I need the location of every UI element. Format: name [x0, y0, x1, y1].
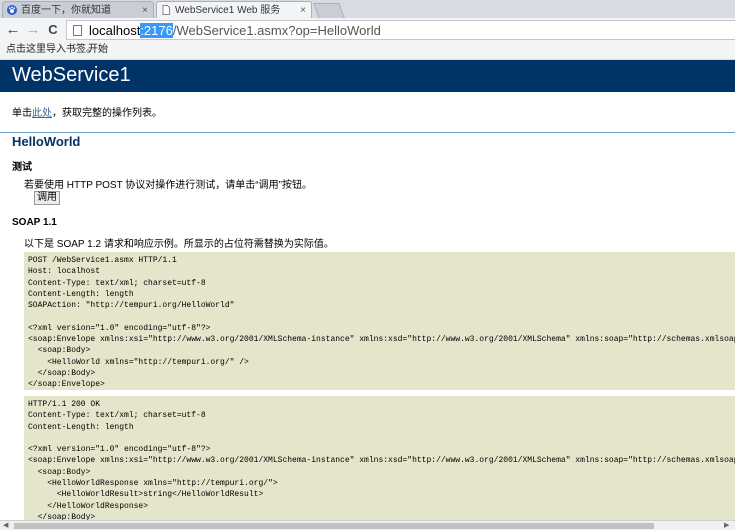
- tab-webservice[interactable]: WebService1 Web 服务 ×: [156, 1, 312, 18]
- page-icon: [162, 5, 170, 15]
- tab-title: 百度一下，你就知道: [21, 5, 111, 16]
- intro-suffix: ，获取完整的操作列表。: [52, 108, 162, 119]
- new-tab-button[interactable]: [313, 3, 345, 18]
- request-code: POST /WebService1.asmx HTTP/1.1 Host: lo…: [28, 256, 735, 390]
- paw-icon: [7, 5, 17, 15]
- test-heading: 测试: [12, 162, 32, 173]
- bookmarks-bar: 点击这里导入书签。 开始: [0, 42, 735, 60]
- address-bar[interactable]: localhost:2176/WebService1.asmx?op=Hello…: [66, 20, 735, 40]
- horizontal-scrollbar[interactable]: ◀ ▶: [0, 520, 735, 530]
- reload-icon[interactable]: C: [44, 20, 62, 40]
- import-bookmarks-link[interactable]: 点击这里导入书签。: [6, 42, 96, 58]
- divider: [0, 132, 735, 133]
- invoke-button[interactable]: 调用: [34, 191, 60, 205]
- start-link[interactable]: 开始: [88, 42, 108, 58]
- tab-close-icon[interactable]: ×: [142, 2, 148, 18]
- request-sample: POST /WebService1.asmx HTTP/1.1 Host: lo…: [24, 252, 735, 390]
- tab-strip: 百度一下，你就知道 × WebService1 Web 服务 ×: [0, 0, 735, 18]
- service-banner: WebService1: [0, 60, 735, 92]
- url-path: /WebService1.asmx?op=HelloWorld: [172, 23, 381, 38]
- page-content: WebService1 单击此处，获取完整的操作列表。 HelloWorld 测…: [0, 60, 735, 520]
- intro-text: 单击此处，获取完整的操作列表。: [12, 104, 162, 119]
- forward-arrow-icon[interactable]: →: [24, 20, 42, 40]
- soap-heading: SOAP 1.1: [12, 217, 57, 228]
- service-title: WebService1: [12, 64, 131, 86]
- operation-title: HelloWorld: [12, 134, 81, 149]
- back-arrow-icon[interactable]: ←: [4, 20, 22, 40]
- response-sample: HTTP/1.1 200 OK Content-Type: text/xml; …: [24, 396, 735, 520]
- tab-baidu[interactable]: 百度一下，你就知道 ×: [2, 1, 154, 18]
- url-host: localhost: [89, 23, 141, 38]
- intro-prefix: 单击: [12, 108, 32, 119]
- response-code: HTTP/1.1 200 OK Content-Type: text/xml; …: [28, 400, 735, 520]
- url-port-selected: :2176: [140, 23, 173, 38]
- scroll-right-icon[interactable]: ▶: [724, 521, 729, 530]
- scrollbar-thumb[interactable]: [14, 523, 654, 529]
- page-info-icon[interactable]: [73, 25, 82, 36]
- test-description: 若要使用 HTTP POST 协议对操作进行测试，请单击“调用”按钮。: [24, 180, 312, 191]
- operation-list-link[interactable]: 此处: [32, 108, 52, 119]
- tab-title: WebService1 Web 服务: [175, 5, 281, 16]
- soap-description: 以下是 SOAP 1.2 请求和响应示例。所显示的占位符需替换为实际值。: [24, 239, 334, 250]
- scroll-left-icon[interactable]: ◀: [3, 521, 8, 530]
- browser-toolbar: ← → C localhost:2176/WebService1.asmx?op…: [0, 18, 735, 42]
- url-text[interactable]: localhost:2176/WebService1.asmx?op=Hello…: [89, 22, 381, 39]
- tab-close-icon[interactable]: ×: [300, 2, 306, 18]
